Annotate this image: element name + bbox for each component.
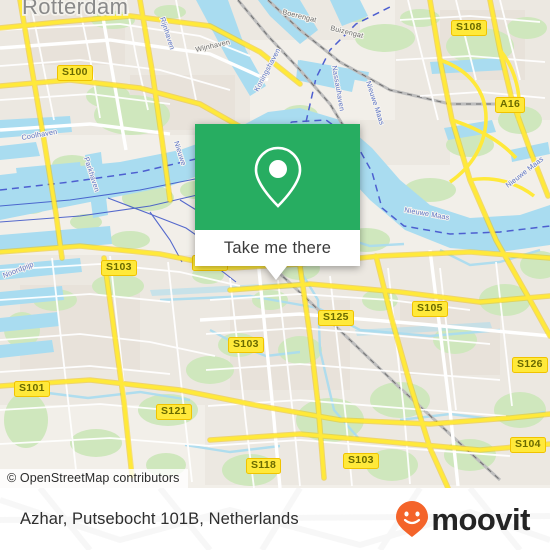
route-shield-s105[interactable]: S105 xyxy=(412,301,448,317)
route-shield-s103-west[interactable]: S103 xyxy=(101,260,137,276)
footer-content: Azhar, Putsebocht 101B, Netherlands moov… xyxy=(0,488,550,550)
route-shield-a16[interactable]: A16 xyxy=(495,97,526,113)
shield-label: S103 xyxy=(101,260,137,276)
label-nieuwe-maas-right: Nieuwe Maas xyxy=(504,154,546,189)
location-popup-card[interactable]: Take me there xyxy=(195,124,360,280)
shield-label: S103 xyxy=(343,453,379,469)
label-boerengat: Boerengat xyxy=(282,7,318,24)
shield-label: A16 xyxy=(495,97,526,113)
route-shield-s103-south[interactable]: S103 xyxy=(343,453,379,469)
label-noordpijp: Noordpijp xyxy=(1,259,35,280)
shield-label: S126 xyxy=(512,357,548,373)
popup-tail xyxy=(265,266,287,280)
take-me-there-button[interactable]: Take me there xyxy=(195,230,360,280)
label-buizengat: Buizengat xyxy=(330,23,365,40)
moovit-wordmark: moovit xyxy=(431,501,530,537)
moovit-brand[interactable]: moovit xyxy=(395,500,530,538)
route-shield-s125[interactable]: S125 xyxy=(318,310,354,326)
route-shield-s104[interactable]: S104 xyxy=(510,437,546,453)
label-rijnhaven: Rijnhaven xyxy=(158,16,177,51)
take-me-there-label: Take me there xyxy=(223,238,332,257)
label-coolhaven: Coolhaven xyxy=(21,127,58,142)
moovit-map-screenshot: Rotterdam Rijnhaven Boerengat Buizengat … xyxy=(0,0,550,550)
label-nieuwe-maas-top: Nieuwe Maas xyxy=(364,80,387,126)
route-shield-s118[interactable]: S118 xyxy=(246,458,282,474)
shield-label: S118 xyxy=(246,458,282,474)
route-shield-s103-mid[interactable]: S103 xyxy=(228,337,264,353)
label-wijnhaven: Wijnhaven xyxy=(194,37,230,54)
footer-bar: Azhar, Putsebocht 101B, Netherlands moov… xyxy=(0,488,550,550)
shield-label: S121 xyxy=(156,404,192,420)
label-parkhaven: Parkhaven xyxy=(82,156,102,193)
shield-label: S100 xyxy=(57,65,93,81)
location-pin-icon xyxy=(254,146,301,208)
label-nieuwe-maas-mid: Nieuwe Maas xyxy=(404,205,451,222)
label-koningshaven: Koningshaven xyxy=(252,46,282,93)
route-shield-s126[interactable]: S126 xyxy=(512,357,548,373)
shield-label: S104 xyxy=(510,437,546,453)
shield-label: S103 xyxy=(228,337,264,353)
popup-pin-area xyxy=(195,124,360,230)
shield-label: S125 xyxy=(318,310,354,326)
label-nassauhaven: Nassauhaven xyxy=(330,65,347,112)
route-shield-s108[interactable]: S108 xyxy=(451,20,487,36)
route-shield-s100[interactable]: S100 xyxy=(57,65,93,81)
shield-label: S101 xyxy=(14,381,50,397)
shield-label: S108 xyxy=(451,20,487,36)
address-label: Azhar, Putsebocht 101B, Netherlands xyxy=(20,509,299,528)
route-shield-s121[interactable]: S121 xyxy=(156,404,192,420)
moovit-smiley-pin-icon xyxy=(396,501,429,537)
route-shield-s101[interactable]: S101 xyxy=(14,381,50,397)
label-nieuwe: Nieuwe xyxy=(172,140,188,167)
shield-label: S105 xyxy=(412,301,448,317)
openstreetmap-attribution[interactable]: © OpenStreetMap contributors xyxy=(0,469,188,488)
